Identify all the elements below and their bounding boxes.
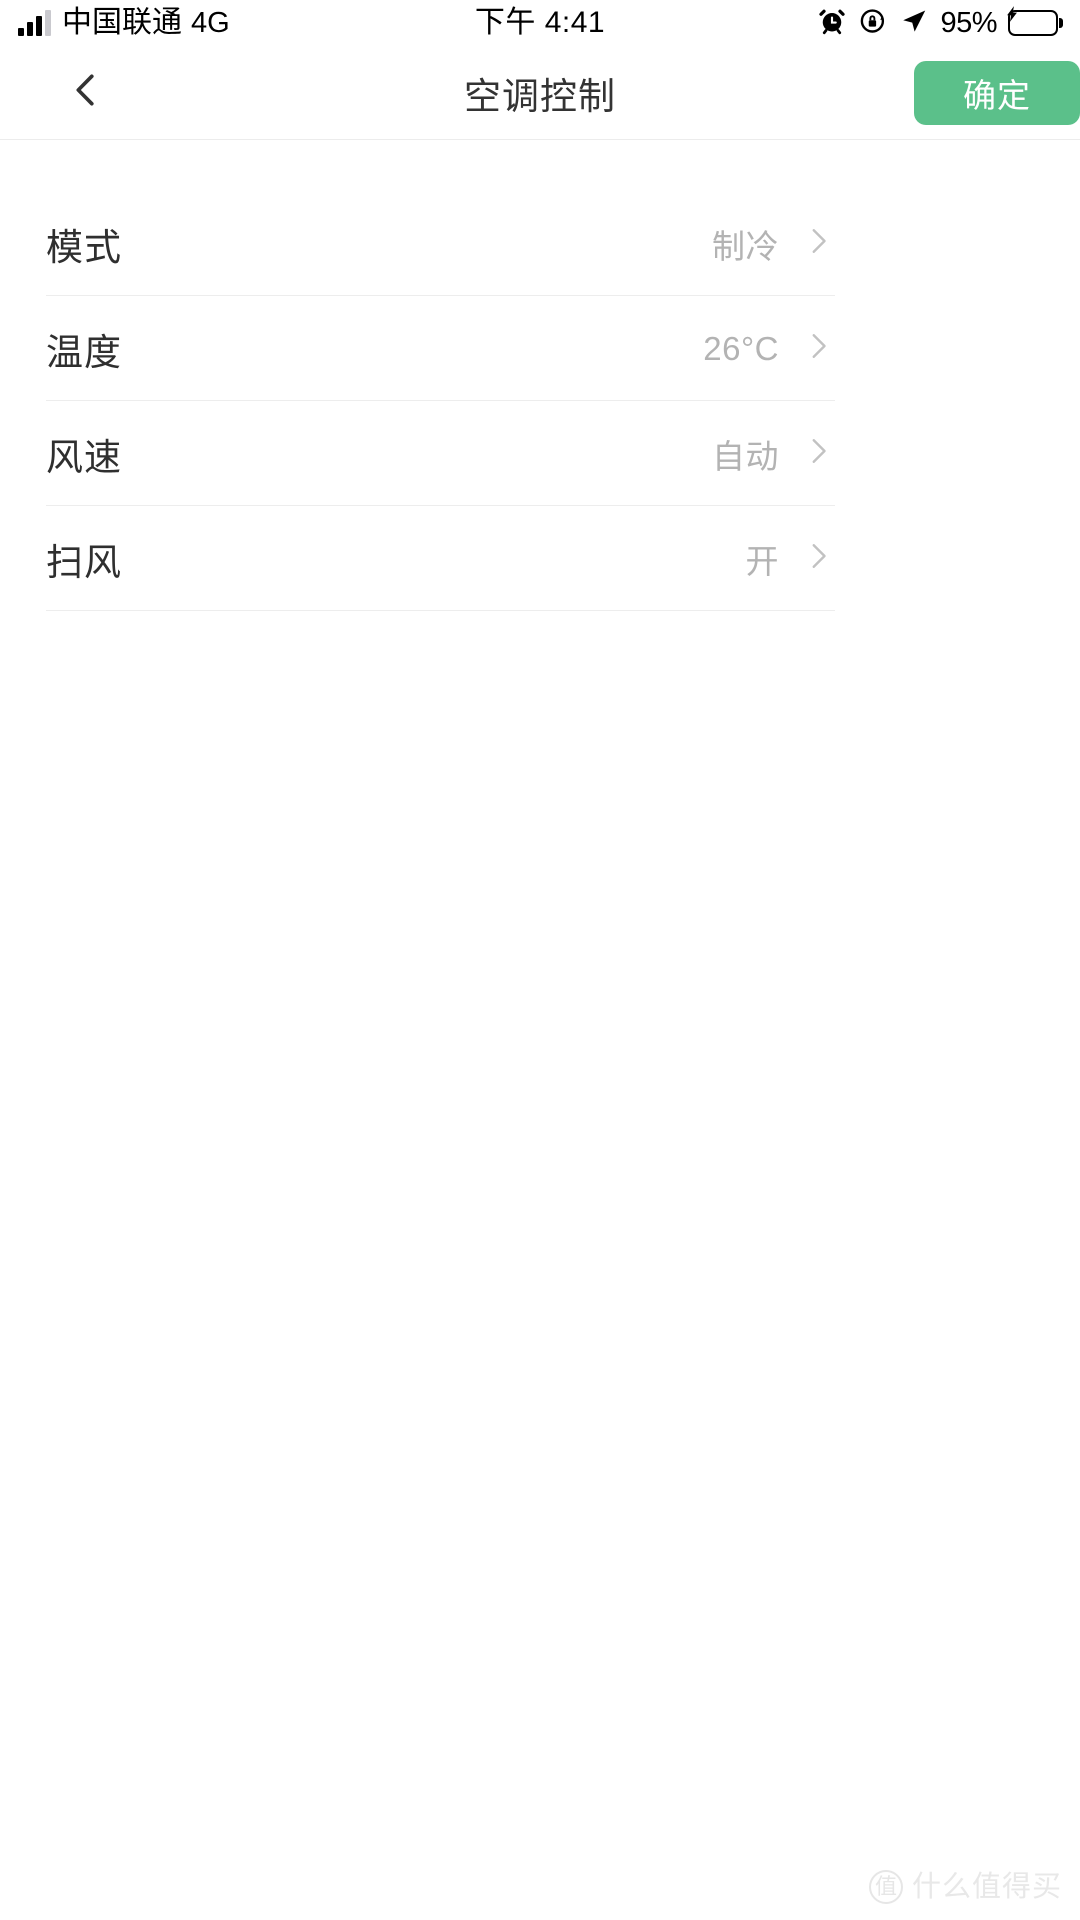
setting-value-group: 自动 xyxy=(712,430,835,478)
network-type-label: 4G xyxy=(191,6,230,39)
chevron-right-icon xyxy=(801,329,835,368)
status-bar-right: 95% xyxy=(817,6,1058,41)
watermark: 值 什么值得买 xyxy=(868,1870,1062,1904)
list-item[interactable]: 温度 26°C xyxy=(46,296,1080,401)
status-bar-left: 中国联通 4G xyxy=(18,8,230,38)
alarm-clock-icon xyxy=(817,6,847,41)
setting-label-temperature: 温度 xyxy=(46,331,122,373)
list-item[interactable]: 模式 制冷 xyxy=(46,191,1080,296)
chevron-right-icon xyxy=(801,539,835,578)
setting-label-swing: 扫风 xyxy=(46,541,122,583)
setting-value-group: 制冷 xyxy=(712,220,835,268)
watermark-text: 什么值得买 xyxy=(911,1870,1062,1903)
clock-time: 下午 4:41 xyxy=(474,6,606,39)
setting-label-mode: 模式 xyxy=(46,226,122,268)
smzdm-logo-icon: 值 xyxy=(868,1870,903,1904)
chevron-right-icon xyxy=(801,224,835,263)
confirm-button[interactable]: 确定 xyxy=(914,61,1080,125)
setting-label-fan-speed: 风速 xyxy=(46,436,122,478)
setting-value-fan-speed: 自动 xyxy=(712,437,779,475)
chevron-right-icon xyxy=(801,434,835,473)
setting-value-swing: 开 xyxy=(745,542,779,580)
list-item[interactable]: 风速 自动 xyxy=(46,401,1080,506)
list-item[interactable]: 扫风 开 xyxy=(46,506,1080,611)
signal-strength-icon xyxy=(18,10,51,36)
rotation-lock-icon xyxy=(858,6,888,41)
setting-value-mode: 制冷 xyxy=(712,227,779,265)
location-arrow-icon xyxy=(899,6,929,41)
battery-charging-icon xyxy=(1007,6,1058,36)
ac-settings-list: 模式 制冷 温度 26°C 风速 自动 扫风 开 xyxy=(0,191,1080,611)
carrier-name: 中国联通 xyxy=(62,6,182,39)
setting-value-group: 26°C xyxy=(703,329,835,368)
navigation-header: 空调控制 确定 xyxy=(0,46,1080,140)
setting-value-group: 开 xyxy=(746,535,836,583)
status-bar: 中国联通 4G 下午 4:41 95% xyxy=(0,0,1080,46)
battery-percentage: 95% xyxy=(940,6,997,39)
setting-value-temperature: 26°C xyxy=(703,329,779,367)
